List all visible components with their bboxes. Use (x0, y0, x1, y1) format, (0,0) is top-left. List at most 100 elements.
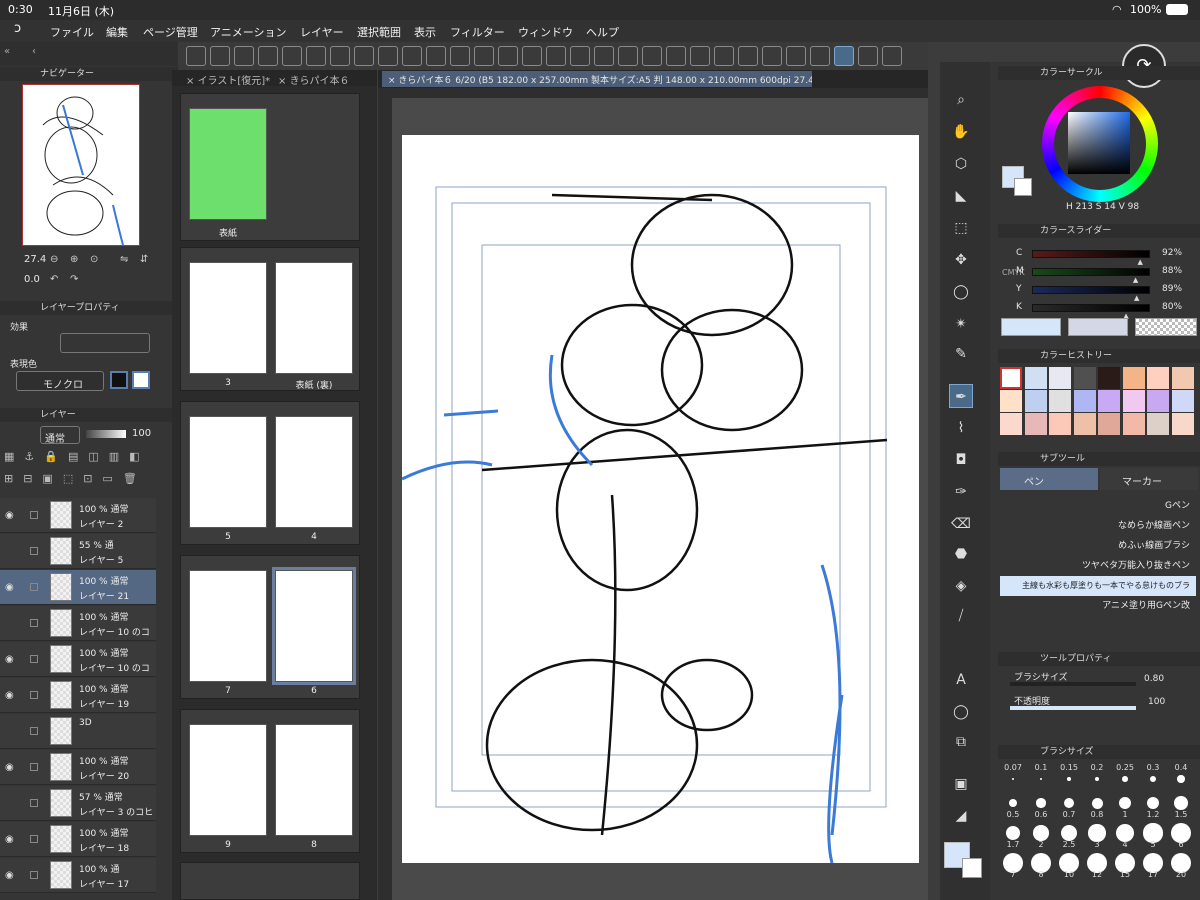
history-swatch[interactable] (1073, 413, 1096, 435)
command-button[interactable] (690, 46, 710, 66)
command-button[interactable] (546, 46, 566, 66)
slider-track[interactable] (1032, 286, 1150, 294)
command-button[interactable] (738, 46, 758, 66)
brush-size-dot[interactable] (1036, 798, 1046, 808)
hand-icon[interactable]: ✋ (949, 120, 973, 144)
history-swatch[interactable] (1049, 413, 1071, 435)
brush-size-dot[interactable] (1012, 778, 1014, 780)
page-thumbnail[interactable] (189, 416, 267, 528)
eyedropper-icon[interactable]: ✎ (949, 342, 973, 366)
layer-checkbox[interactable] (30, 871, 38, 879)
eye-icon[interactable]: ◉ (5, 870, 14, 881)
page-thumbnail[interactable] (275, 416, 353, 528)
layer-row[interactable]: ◉ 100 % 通常 レイヤー 19 (0, 678, 156, 713)
zoom-icon[interactable]: ⌕ (949, 88, 973, 112)
command-button[interactable] (306, 46, 326, 66)
menu-edit[interactable]: 編集 (106, 24, 128, 40)
brush-size-dot[interactable] (1119, 797, 1131, 809)
brush-size-dot[interactable] (1177, 775, 1185, 783)
circle-sub-color[interactable] (1014, 178, 1032, 196)
line-icon[interactable]: ⧸ (949, 604, 973, 628)
eye-icon[interactable]: ◉ (5, 690, 14, 701)
chevron-left-icon[interactable]: ‹ (32, 46, 36, 57)
lasso-icon[interactable]: ◯ (949, 280, 973, 304)
brush-size-dot[interactable] (1091, 797, 1103, 809)
ink-icon[interactable]: ✑ (949, 480, 973, 504)
history-swatch[interactable] (1171, 367, 1194, 389)
page-spread[interactable]: 3 表紙 (裏) (180, 247, 360, 391)
layer-checkbox[interactable] (30, 547, 38, 555)
command-button[interactable] (258, 46, 278, 66)
slider-track[interactable] (1032, 268, 1150, 276)
page-spread[interactable]: 98 (180, 709, 360, 853)
selection-icon[interactable]: ⬚ (949, 216, 973, 240)
command-button[interactable] (522, 46, 542, 66)
command-button[interactable] (474, 46, 494, 66)
command-button[interactable] (210, 46, 230, 66)
page-thumbnail[interactable] (189, 262, 267, 374)
command-button[interactable] (354, 46, 374, 66)
pen-icon[interactable]: ✒ (949, 384, 973, 408)
flip-vertical-icon[interactable]: ⇵ (140, 254, 148, 265)
command-button[interactable] (786, 46, 806, 66)
slider-track[interactable] (1032, 250, 1150, 258)
slider-knob[interactable]: ▲ (1134, 294, 1139, 302)
menu-filter[interactable]: フィルター (450, 24, 505, 40)
command-button[interactable] (186, 46, 206, 66)
effect-buttons[interactable] (60, 333, 150, 353)
brush-size-dot[interactable] (1033, 825, 1049, 841)
history-swatch[interactable] (1147, 390, 1169, 412)
history-swatch[interactable] (1147, 413, 1169, 435)
layer-checkbox[interactable] (30, 799, 38, 807)
subtool-tab-pen[interactable]: ペン (1000, 468, 1098, 490)
eye-icon[interactable]: ◉ (5, 654, 14, 665)
layer-row[interactable]: 100 % 通常 レイヤー 10 のコ (0, 606, 156, 641)
frame-icon[interactable]: ⧉ (949, 730, 973, 754)
blend-mode-select[interactable]: 通常 (40, 426, 80, 445)
command-button[interactable] (330, 46, 350, 66)
menu-window[interactable]: ウィンドウ (518, 24, 573, 40)
brush-size-track[interactable] (1010, 682, 1136, 686)
page-thumbnail[interactable] (272, 567, 356, 685)
layer-checkbox[interactable] (30, 583, 38, 591)
layer-toolbar[interactable]: ▦⚓🔒▤◫▥◧ (4, 450, 160, 468)
zoom-out-icon[interactable]: ⊖ (50, 254, 58, 265)
layer-checkbox[interactable] (30, 511, 38, 519)
history-swatch[interactable] (1171, 413, 1194, 435)
layer-row[interactable]: 57 % 通常 レイヤー 3 のコヒ (0, 786, 156, 821)
move-icon[interactable]: ✥ (949, 248, 973, 272)
layer-row[interactable]: ◉ 100 % 通常 レイヤー 18 (0, 822, 156, 857)
slider-sub-color[interactable] (1068, 318, 1128, 336)
menu-file[interactable]: ファイル (50, 24, 94, 40)
flip-horizontal-icon[interactable]: ⇋ (120, 254, 128, 265)
history-swatch[interactable] (1000, 390, 1022, 412)
brush-icon[interactable]: ◘ (949, 448, 973, 472)
layer-row[interactable]: ◉ 100 % 通レイヤー 17 (0, 858, 156, 893)
page-thumbnail[interactable] (189, 570, 267, 682)
rotate-left-icon[interactable]: ↶ (50, 274, 58, 285)
slider-knob[interactable]: ▲ (1138, 258, 1143, 266)
command-button[interactable] (810, 46, 830, 66)
operation-icon[interactable]: ◣ (949, 184, 973, 208)
zoom-in-icon[interactable]: ⊕ (70, 254, 78, 265)
layer-checkbox[interactable] (30, 727, 38, 735)
wand-icon[interactable]: ✴ (949, 312, 973, 336)
history-swatch[interactable] (1122, 413, 1145, 435)
command-button[interactable] (642, 46, 662, 66)
command-button[interactable] (234, 46, 254, 66)
layer-row[interactable]: 55 % 通レイヤー 5 (0, 534, 156, 569)
brush-item[interactable]: なめらか線画ペン (1000, 516, 1196, 536)
command-button[interactable] (714, 46, 734, 66)
slider-transparent-color[interactable] (1135, 318, 1197, 336)
eye-icon[interactable]: ◉ (5, 510, 14, 521)
brush-item[interactable]: ツヤベタ万能入り抜きペン (1000, 556, 1196, 576)
layer-checkbox[interactable] (30, 655, 38, 663)
page-thumbnail[interactable] (275, 724, 353, 836)
pencil-icon[interactable]: ⌇ (949, 416, 973, 440)
history-swatch[interactable] (1147, 367, 1169, 389)
layer-row[interactable]: ◉ 100 % 通常 レイヤー 10 のコ (0, 642, 156, 677)
brush-size-dot[interactable] (1174, 796, 1188, 810)
layer-toolbar-2[interactable]: ⊞⊟▣⬚⊡▭🗑 (4, 472, 160, 490)
layer-row[interactable]: 3D (0, 714, 156, 749)
tool-opacity-track[interactable] (1010, 706, 1136, 710)
